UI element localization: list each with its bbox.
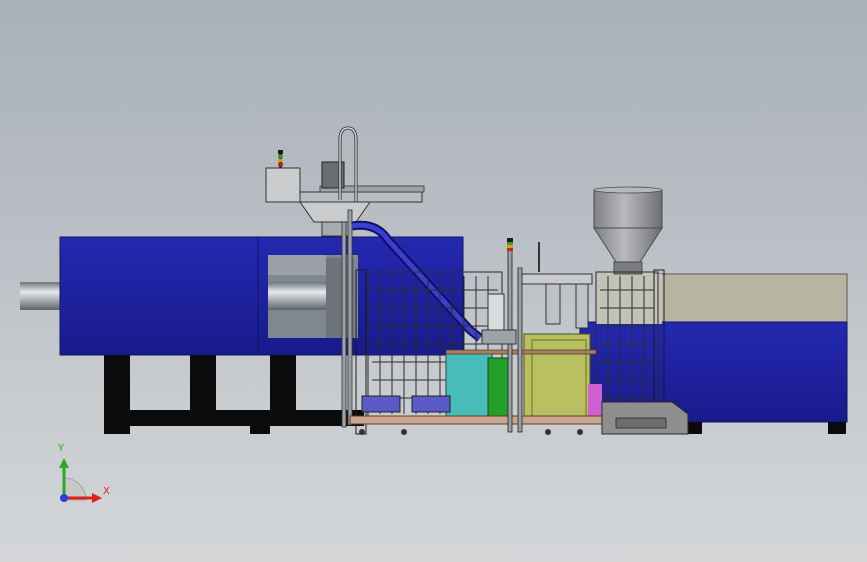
y-axis-label: Y: [58, 443, 65, 454]
base-frame: [104, 354, 364, 434]
cad-viewport[interactable]: X Y: [0, 0, 867, 562]
hopper: [593, 186, 663, 275]
x-axis-label: X: [103, 486, 110, 497]
model-scene[interactable]: [0, 0, 867, 562]
tie-bar: [20, 282, 64, 310]
coordinate-triad: [59, 458, 102, 503]
control-cabinets: [445, 333, 602, 421]
